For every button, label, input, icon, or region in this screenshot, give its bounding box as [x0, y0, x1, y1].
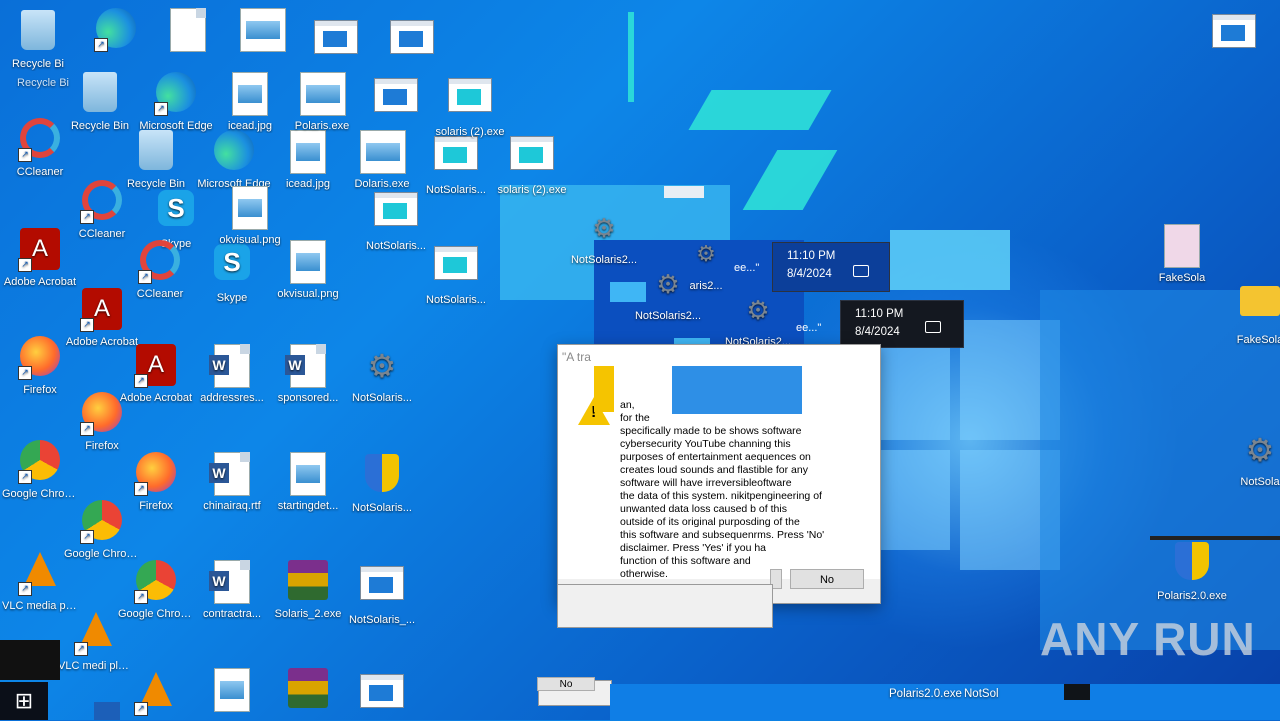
image-file-icon[interactable]: icead.jpg — [212, 72, 288, 133]
gear-icon[interactable]: ⚙ NotSola — [1222, 428, 1280, 489]
glitch-streak — [688, 90, 832, 130]
image-file-icon[interactable]: Polaris.exe — [284, 72, 360, 133]
app-window-icon[interactable] — [344, 668, 420, 721]
image-file-icon[interactable] — [194, 668, 270, 715]
winrar-archive-icon[interactable]: Solaris_2.exe — [270, 560, 346, 621]
gear-icon[interactable]: ⚙ NotSolaris2... — [566, 206, 642, 267]
word-document-icon[interactable]: Wchinairaq.rtf — [194, 452, 270, 513]
vlc-icon[interactable]: ↗ — [118, 668, 194, 719]
microsoft-edge-icon[interactable]: ↗ — [78, 8, 154, 55]
image-file-icon[interactable]: okvisual.png — [270, 240, 346, 301]
app-window-icon[interactable]: NotSolaris... — [418, 240, 494, 307]
adobe-acrobat-icon[interactable]: A ↗ Adobe Acrobat — [118, 344, 194, 405]
folder-icon[interactable]: FakeSola — [1222, 278, 1280, 347]
image-file-icon[interactable]: icead.jpg — [270, 130, 346, 191]
image-file-icon[interactable]: okvisual.png — [212, 186, 288, 247]
app-window-icon[interactable]: solaris (2).exe — [494, 130, 570, 197]
app-window-icon[interactable] — [358, 72, 434, 125]
clock-flyout[interactable]: 11:10 PM 8/4/2024 — [772, 242, 890, 292]
glitch-streak — [628, 12, 634, 102]
word-document-icon[interactable]: Waddressres... — [194, 344, 270, 405]
dialog-ghost — [557, 584, 773, 628]
ccleaner-icon[interactable]: ↗ CCleaner — [122, 240, 198, 301]
dialog-ghost-footer: No — [537, 677, 612, 706]
app-window-icon[interactable] — [374, 14, 450, 67]
glitch-strip — [664, 186, 704, 198]
dialog-title: "A tra — [562, 350, 591, 364]
image-file-icon[interactable] — [224, 8, 300, 55]
glitch-streak — [742, 150, 838, 210]
file-icon[interactable]: FakeSola — [1144, 224, 1220, 285]
shield-app-icon[interactable]: NotSolaris... — [344, 452, 420, 515]
google-chrome-icon[interactable]: ↗ Google Chrome — [118, 560, 194, 621]
app-window-icon[interactable] — [1196, 8, 1272, 61]
app-window-icon[interactable]: NotSolaris_... — [344, 560, 420, 627]
taskbar-glitch — [1064, 684, 1090, 700]
recycle-bin-icon[interactable]: Recycle Bin — [62, 72, 138, 133]
taskbar-item-label[interactable]: NotSol — [964, 688, 999, 700]
glitch-blue-block — [672, 366, 802, 414]
dialog-title-fragment: ee..." — [796, 322, 822, 334]
taskbar-glitch — [0, 640, 60, 680]
image-file-icon[interactable]: startingdet... — [270, 452, 346, 513]
start-button[interactable]: ⊞ — [0, 682, 48, 720]
taskbar-glitch — [94, 702, 120, 720]
microsoft-edge-icon[interactable]: Microsoft Edge — [196, 130, 272, 191]
glitch-block — [890, 230, 1010, 290]
no-button[interactable]: No — [790, 569, 864, 589]
no-button-ghost[interactable]: No — [537, 677, 595, 691]
anyrun-watermark: ANY RUN — [1040, 613, 1256, 665]
taskbar-item-label[interactable]: Polaris2.0.exe — [889, 688, 962, 700]
firefox-icon[interactable]: ↗ Firefox — [118, 452, 194, 513]
recycle-bin-icon[interactable]: Recycle Bin — [118, 130, 194, 191]
gear-icon[interactable]: ⚙ NotSolaris... — [344, 344, 420, 405]
shield-app-icon[interactable]: Polaris2.0.exe — [1154, 540, 1230, 603]
word-document-icon[interactable]: Wcontractra... — [194, 560, 270, 621]
document-icon[interactable] — [150, 8, 226, 55]
winrar-archive-icon[interactable] — [270, 668, 346, 715]
notification-icon — [853, 265, 869, 277]
app-window-icon[interactable]: solaris (2).exe — [432, 72, 508, 139]
dialog-message: an, for the specifically made to be show… — [620, 399, 825, 580]
word-document-icon[interactable]: Wsponsored... — [270, 344, 346, 405]
clock-flyout[interactable]: 11:10 PM 8/4/2024 — [840, 300, 964, 348]
skype-icon[interactable]: S Skype — [194, 244, 270, 305]
gear-icon[interactable]: ⚙ NotSolaris2... — [720, 288, 796, 349]
app-window-icon[interactable] — [298, 14, 374, 67]
dialog-ghost — [594, 366, 614, 412]
dialog-title-fragment: ee..." — [734, 262, 760, 274]
image-file-icon[interactable]: Dolaris.exe — [344, 130, 420, 191]
microsoft-edge-icon[interactable]: ↗ Microsoft Edge — [138, 72, 214, 133]
glitch-dark-bar — [1150, 536, 1280, 540]
gear-icon[interactable]: ⚙ aris2... — [668, 232, 744, 293]
clock-time: 11:10 PM — [787, 250, 836, 262]
notification-icon — [925, 321, 941, 333]
